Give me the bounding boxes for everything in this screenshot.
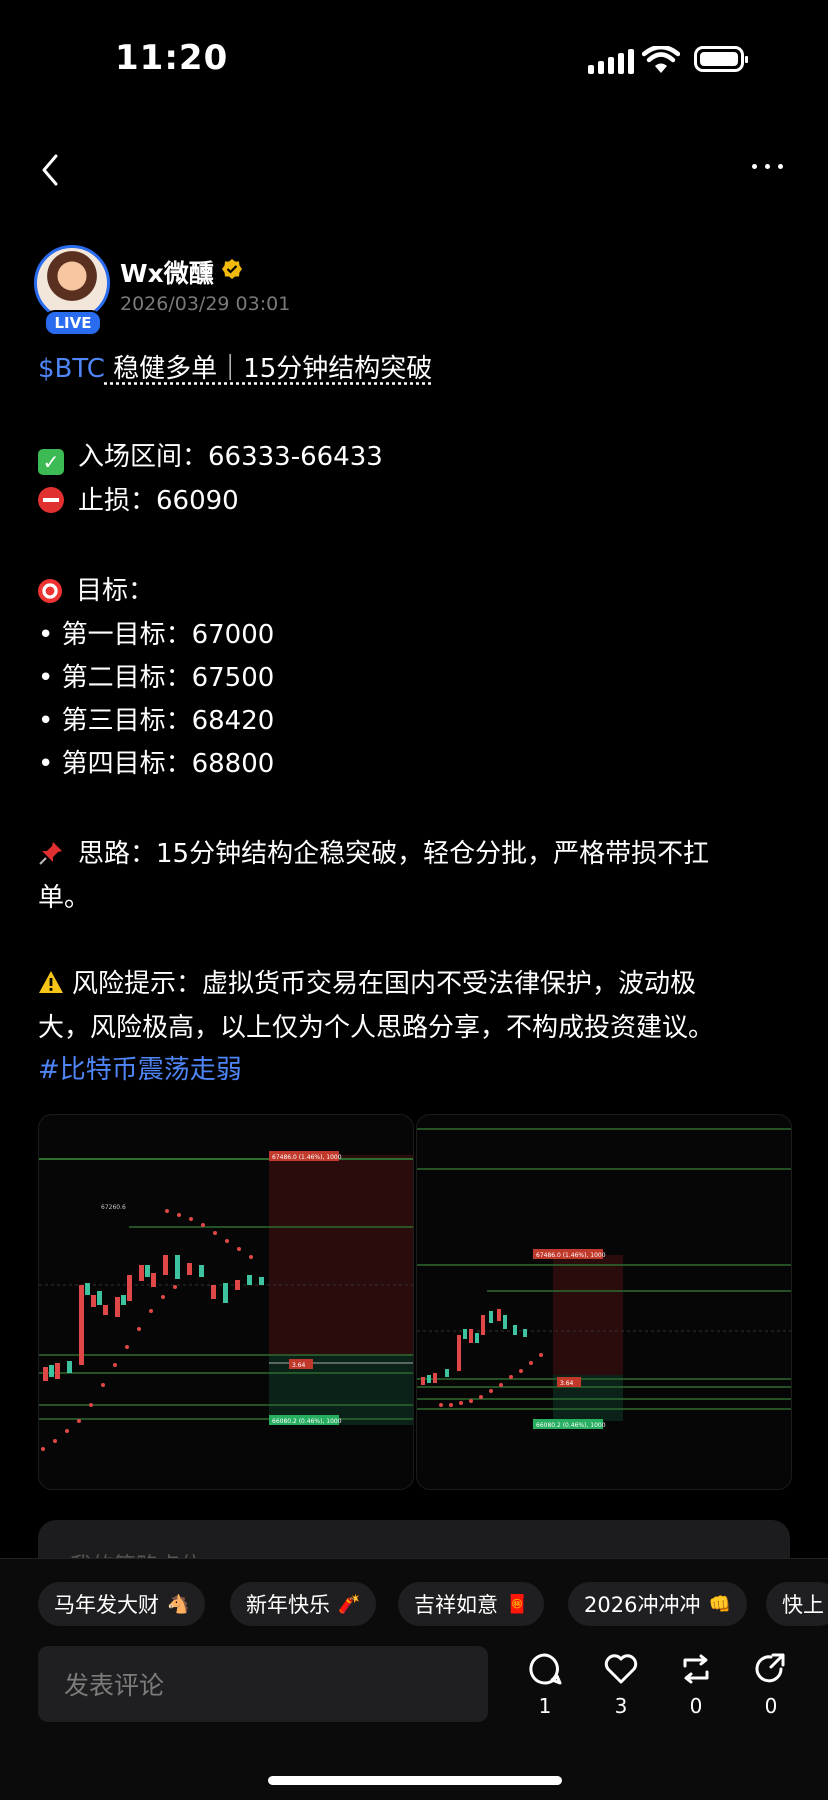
ticker-link[interactable]: $BTC bbox=[38, 354, 105, 384]
red-envelope-icon: 🧧 bbox=[506, 1593, 529, 1615]
target-item: • 第二目标：67500 bbox=[38, 663, 275, 693]
more-options-button[interactable] bbox=[742, 146, 792, 186]
risk-warning-line: 风险提示：虚拟货币交易在国内不受法律保护，波动极 bbox=[38, 963, 696, 1000]
hashtag-link[interactable]: #比特币震荡走弱 bbox=[38, 1049, 242, 1086]
targets-heading: 目标： bbox=[38, 570, 154, 607]
check-mark-icon: ✓ bbox=[38, 449, 64, 475]
share-button[interactable]: 0 bbox=[746, 1652, 796, 1718]
chart-image-left[interactable]: 67486.0 (1.46%), 1000 3.64 66080.2 (0.46… bbox=[38, 1114, 414, 1490]
topic-chip[interactable]: 快上 bbox=[766, 1582, 828, 1626]
horse-icon: 🐴 bbox=[167, 1593, 190, 1615]
post-title: $BTC 稳健多单｜15分钟结构突破 bbox=[38, 348, 432, 385]
mid-label: 3.64 bbox=[560, 1380, 574, 1387]
firecracker-icon: 🧨 bbox=[338, 1593, 361, 1615]
entry-range-line: ✓ 入场区间：66333-66433 bbox=[38, 436, 383, 475]
comment-icon bbox=[529, 1653, 562, 1685]
target-price-label: 67486.0 (1.46%), 1000 bbox=[536, 1252, 606, 1259]
chevron-left-icon bbox=[42, 154, 58, 186]
high-price-label: 67260.6 bbox=[101, 1204, 126, 1211]
stop-price-label: 66080.2 (0.46%), 1000 bbox=[272, 1418, 342, 1425]
target-price-label: 67486.0 (1.46%), 1000 bbox=[272, 1154, 342, 1161]
chart-image-right[interactable]: 67486.0 (1.46%), 1000 3.64 66080.2 (0.46… bbox=[416, 1114, 792, 1490]
share-count: 0 bbox=[764, 1694, 778, 1718]
repost-button[interactable]: 0 bbox=[671, 1652, 721, 1718]
like-button[interactable]: 3 bbox=[596, 1652, 646, 1718]
topic-chip[interactable]: 新年快乐 🧨 bbox=[230, 1582, 377, 1626]
heart-icon bbox=[604, 1654, 638, 1684]
risk-warning-cont: 大，风险极高，以上仅为个人思路分享，不构成投资建议。 bbox=[38, 1013, 715, 1043]
live-badge[interactable]: LIVE bbox=[44, 310, 102, 336]
battery-icon bbox=[694, 46, 748, 72]
target-icon bbox=[38, 579, 62, 603]
share-icon bbox=[755, 1653, 785, 1683]
stop-loss-line: 止损：66090 bbox=[38, 480, 239, 517]
target-item: • 第四目标：68800 bbox=[38, 749, 275, 779]
status-time: 11:20 bbox=[115, 38, 229, 78]
back-button[interactable] bbox=[32, 148, 68, 192]
idea-line: 思路：15分钟结构企稳突破，轻仓分批，严格带损不扛 bbox=[38, 833, 709, 870]
target-item: • 第一目标：67000 bbox=[38, 620, 275, 650]
comment-input[interactable]: 发表评论 bbox=[38, 1646, 488, 1722]
warning-icon bbox=[39, 971, 63, 993]
comment-count: 1 bbox=[538, 1694, 552, 1718]
stop-price-label: 66080.2 (0.46%), 1000 bbox=[536, 1422, 606, 1429]
topic-chip[interactable]: 吉祥如意 🧧 bbox=[398, 1582, 545, 1626]
comment-button[interactable]: 1 bbox=[520, 1652, 570, 1718]
fist-icon: 👊 bbox=[708, 1593, 731, 1615]
repost-count: 0 bbox=[689, 1694, 703, 1718]
verified-badge-icon bbox=[221, 258, 243, 280]
stop-sign-icon bbox=[38, 487, 64, 513]
topic-chip[interactable]: 马年发大财 🐴 bbox=[38, 1582, 206, 1626]
post-title-text: 稳健多单｜15分钟结构突破 bbox=[104, 354, 433, 384]
cellular-signal-icon bbox=[588, 49, 634, 74]
idea-line-cont: 单。 bbox=[38, 883, 91, 913]
like-count: 3 bbox=[614, 1694, 628, 1718]
topic-chip[interactable]: 2026冲冲冲 👊 bbox=[568, 1582, 747, 1626]
home-indicator bbox=[268, 1776, 562, 1785]
target-item: • 第三目标：68420 bbox=[38, 706, 275, 736]
post-timestamp: 2026/03/29 03:01 bbox=[120, 293, 291, 315]
author-name[interactable]: Wx微醺 bbox=[120, 254, 214, 290]
repost-icon bbox=[683, 1654, 709, 1684]
wifi-icon bbox=[641, 44, 681, 78]
divider bbox=[0, 1558, 828, 1559]
mid-label: 3.64 bbox=[292, 1362, 306, 1369]
pushpin-icon bbox=[39, 842, 62, 865]
